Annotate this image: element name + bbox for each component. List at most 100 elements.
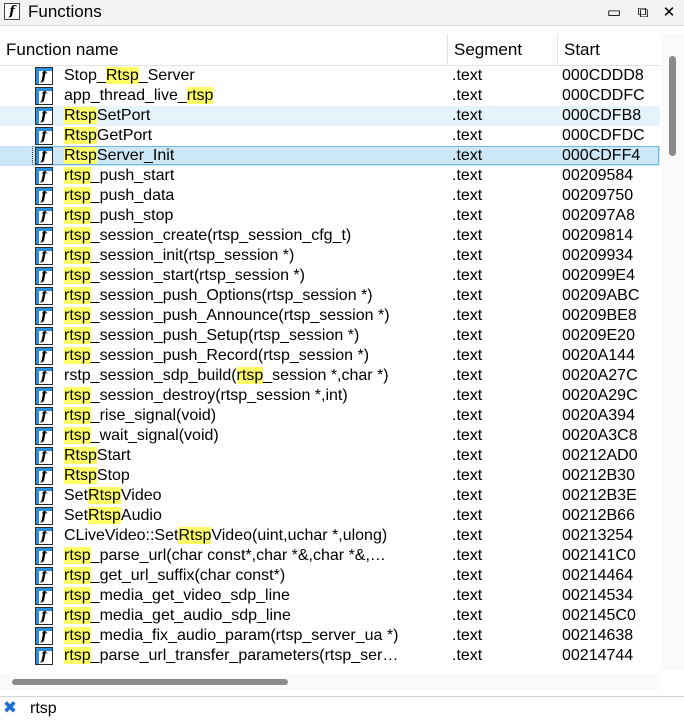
search-match-highlight: rtsp — [64, 647, 91, 664]
table-row[interactable]: f rtsp_push_stop .text 002097A8 — [0, 206, 660, 226]
function-list[interactable]: f Stop_Rtsp_Server .text 000CDDD8 f app_threa… — [0, 66, 660, 670]
segment-cell: .text — [452, 507, 483, 524]
table-row[interactable]: f RtspSetPort .text 000CDFB8 — [0, 106, 660, 126]
restore-icon[interactable]: ▭ — [604, 3, 624, 23]
function-name-cell: CLiveVideo::SetRtspVideo(uint,uchar *,ul… — [64, 527, 388, 544]
function-name-cell: rtsp_get_url_suffix(char const*) — [64, 567, 286, 584]
start-address-cell: 002141C0 — [562, 547, 636, 564]
segment-cell: .text — [452, 447, 483, 464]
search-match-highlight: rtsp — [64, 327, 91, 344]
table-row[interactable]: f RtspStart .text 00212AD0 — [0, 446, 660, 466]
function-icon: f — [35, 167, 53, 185]
function-name-cell: rstp_session_sdp_build(rtsp_session *,ch… — [64, 367, 389, 384]
start-address-cell: 00209934 — [562, 247, 634, 264]
segment-cell: .text — [452, 267, 483, 284]
table-header: Function name Segment Start — [0, 34, 660, 66]
table-row[interactable]: f rtsp_push_start .text 00209584 — [0, 166, 660, 186]
start-address-cell: 00212B3E — [562, 487, 637, 504]
search-match-highlight: Rtsp — [105, 67, 139, 84]
function-name-cell: rtsp_media_get_video_sdp_line — [64, 587, 290, 604]
segment-cell: .text — [452, 227, 483, 244]
table-row[interactable]: f rstp_session_sdp_build(rtsp_session *,c… — [0, 366, 660, 386]
table-row[interactable]: f rtsp_media_get_audio_sdp_line .text 00214… — [0, 606, 660, 626]
vertical-scroll-thumb[interactable] — [669, 56, 676, 156]
table-row[interactable]: f rtsp_session_destroy(rtsp_session *,int… — [0, 386, 660, 406]
table-row[interactable]: f rtsp_get_url_suffix(char const*) .text 00… — [0, 566, 660, 586]
table-row[interactable]: f rtsp_session_push_Setup(rtsp_session *)… — [0, 326, 660, 346]
table-row[interactable]: f rtsp_session_init(rtsp_session *) .text 0… — [0, 246, 660, 266]
table-row[interactable]: f rtsp_session_push_Announce(rtsp_session… — [0, 306, 660, 326]
table-row[interactable]: f rtsp_parse_url(char const*,char *&,char… — [0, 546, 660, 566]
function-icon: f — [35, 587, 53, 605]
segment-cell: .text — [452, 647, 483, 664]
table-row[interactable]: f app_thread_live_rtsp .text 000CDDFC — [0, 86, 660, 106]
float-icon[interactable]: ⧉ — [633, 3, 653, 23]
function-icon: f — [35, 427, 53, 445]
function-name-cell: SetRtspVideo — [64, 487, 162, 504]
search-match-highlight: Rtsp — [178, 527, 212, 544]
close-icon[interactable]: ✕ — [659, 3, 679, 23]
table-row[interactable]: f RtspServer_Init .text 000CDFF4 — [0, 146, 660, 166]
horizontal-scroll-thumb[interactable] — [12, 679, 288, 685]
start-address-cell: 00212AD0 — [562, 447, 638, 464]
segment-cell: .text — [452, 607, 483, 624]
function-icon: f — [35, 507, 53, 525]
start-address-cell: 00212B30 — [562, 467, 635, 484]
segment-cell: .text — [452, 387, 483, 404]
table-row[interactable]: f RtspGetPort .text 000CDFDC — [0, 126, 660, 146]
function-icon: f — [35, 207, 53, 225]
function-icon: f — [35, 87, 53, 105]
table-row[interactable]: f CLiveVideo::SetRtspVideo(uint,uchar *,u… — [0, 526, 660, 546]
table-row[interactable]: f rtsp_session_start(rtsp_session *) .text… — [0, 266, 660, 286]
table-row[interactable]: f Stop_Rtsp_Server .text 000CDDD8 — [0, 66, 660, 86]
search-match-highlight: Rtsp — [64, 127, 97, 144]
table-row[interactable]: f SetRtspAudio .text 00212B66 — [0, 506, 660, 526]
start-address-cell: 000CDFDC — [562, 127, 645, 144]
function-icon: f — [35, 387, 53, 405]
search-match-highlight: Rtsp — [64, 467, 97, 484]
table-row[interactable]: f rtsp_session_push_Options(rtsp_session … — [0, 286, 660, 306]
table-row[interactable]: f rtsp_media_fix_audio_param(rtsp_server_… — [0, 626, 660, 646]
segment-cell: .text — [452, 567, 483, 584]
function-icon: f — [35, 607, 53, 625]
start-address-cell: 00209584 — [562, 167, 634, 184]
function-icon: f — [35, 147, 53, 165]
filter-input[interactable] — [30, 698, 670, 719]
function-icon: f — [35, 187, 53, 205]
column-header-segment[interactable]: Segment — [448, 34, 558, 65]
segment-cell: .text — [452, 187, 483, 204]
segment-cell: .text — [452, 67, 483, 84]
start-address-cell: 00209E20 — [562, 327, 635, 344]
table-row[interactable]: f rtsp_session_push_Record(rtsp_session *… — [0, 346, 660, 366]
start-address-cell: 0020A3C8 — [562, 427, 638, 444]
function-name-cell: rtsp_rise_signal(void) — [64, 407, 217, 424]
table-row[interactable]: f rtsp_session_create(rtsp_session_cfg_t)… — [0, 226, 660, 246]
vertical-scrollbar[interactable] — [661, 34, 684, 670]
table-row[interactable]: f rtsp_media_get_video_sdp_line .text 00214… — [0, 586, 660, 606]
table-row[interactable]: f rtsp_parse_url_transfer_parameters(rtsp… — [0, 646, 660, 666]
table-row[interactable]: f RtspStop .text 00212B30 — [0, 466, 660, 486]
function-icon: f — [4, 3, 20, 20]
search-match-highlight: rtsp — [64, 187, 91, 204]
segment-cell: .text — [452, 287, 483, 304]
function-icon: f — [35, 527, 53, 545]
segment-cell: .text — [452, 327, 483, 344]
column-header-start[interactable]: Start — [558, 34, 660, 65]
table-row[interactable]: f rtsp_push_data .text 00209750 — [0, 186, 660, 206]
segment-cell: .text — [452, 547, 483, 564]
table-row[interactable]: f rtsp_wait_signal(void) .text 0020A3C8 — [0, 426, 660, 446]
start-address-cell: 0020A29C — [562, 387, 638, 404]
table-row[interactable]: f SetRtspVideo .text 00212B3E — [0, 486, 660, 506]
segment-cell: .text — [452, 127, 483, 144]
function-icon: f — [35, 447, 53, 465]
horizontal-scrollbar[interactable] — [0, 674, 660, 690]
search-match-highlight: rtsp — [64, 207, 91, 224]
start-address-cell: 00212B66 — [562, 507, 635, 524]
close-filter-icon[interactable]: ✖ — [2, 699, 18, 717]
column-header-function-name[interactable]: Function name — [0, 34, 448, 65]
function-icon: f — [35, 547, 53, 565]
start-address-cell: 000CDFB8 — [562, 107, 642, 124]
search-match-highlight: Rtsp — [88, 507, 121, 524]
window-titlebar: f Functions ▭ ⧉ ✕ — [0, 0, 684, 26]
table-row[interactable]: f rtsp_rise_signal(void) .text 0020A394 — [0, 406, 660, 426]
